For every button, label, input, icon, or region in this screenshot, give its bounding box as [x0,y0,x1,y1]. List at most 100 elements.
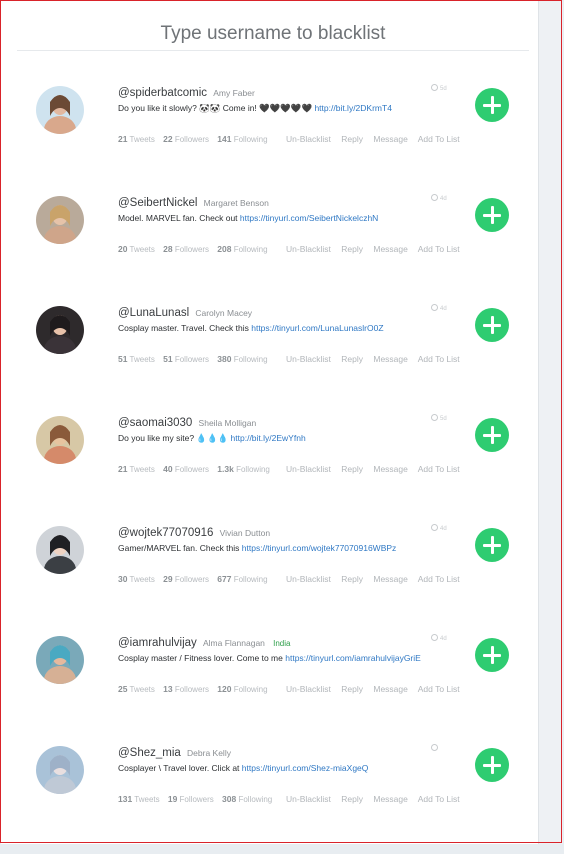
tweets-count: 21 [118,464,128,474]
unblacklist-button[interactable]: Un-Blacklist [286,464,331,474]
add-to-list-button[interactable]: Add To List [418,794,460,804]
bio-text: Model. MARVEL fan. Check out [118,213,238,223]
user-bio: Cosplay master. Travel. Check this https… [118,323,384,333]
timestamp [431,744,440,752]
avatar[interactable] [36,636,84,684]
add-to-list-button[interactable]: Add To List [418,574,460,584]
user-handle[interactable]: @SeibertNickel [118,197,197,209]
timestamp: 4d [431,524,447,532]
user-line: @Shez_mia Debra Kelly [118,747,236,759]
add-user-button[interactable] [475,198,509,232]
tweets-label: Tweets [129,465,155,474]
reply-button[interactable]: Reply [341,684,363,694]
add-to-list-button[interactable]: Add To List [418,134,460,144]
clock-icon [431,304,438,311]
user-bio: Do you like it slowly? 🐼🐼 Come in! 🖤🖤🖤🖤🖤… [118,103,392,114]
row-actions: Un-Blacklist Reply Message Add To List [286,794,468,804]
add-user-button[interactable] [475,88,509,122]
user-handle[interactable]: @saomai3030 [118,417,192,429]
reply-button[interactable]: Reply [341,574,363,584]
user-line: @SeibertNickel Margaret Benson [118,197,274,209]
reply-button[interactable]: Reply [341,134,363,144]
timestamp-text: 4d [440,196,447,202]
user-line: @wojtek77070916 Vivian Dutton [118,527,275,539]
tweets-label: Tweets [129,575,155,584]
reply-button[interactable]: Reply [341,464,363,474]
unblacklist-button[interactable]: Un-Blacklist [286,684,331,694]
user-stats: 51 Tweets 51 Followers 380 Following [118,354,268,364]
avatar[interactable] [36,196,84,244]
tweets-label: Tweets [129,245,155,254]
following-count: 308 [222,794,237,804]
add-to-list-button[interactable]: Add To List [418,684,460,694]
add-user-button[interactable] [475,528,509,562]
unblacklist-button[interactable]: Un-Blacklist [286,794,331,804]
user-handle[interactable]: @iamrahulvijay [118,637,197,649]
followers-label: Followers [179,795,214,804]
add-to-list-button[interactable]: Add To List [418,464,460,474]
following-label: Following [233,355,268,364]
tweets-label: Tweets [129,135,155,144]
user-handle[interactable]: @LunaLunasl [118,307,189,319]
reply-button[interactable]: Reply [341,794,363,804]
avatar[interactable] [36,86,84,134]
user-line: @iamrahulvijay Alma Flannagan India [118,637,290,649]
row-actions: Un-Blacklist Reply Message Add To List [286,244,468,254]
tweets-count: 131 [118,794,133,804]
user-handle[interactable]: @wojtek77070916 [118,527,213,539]
timestamp-text: 5d [440,416,447,422]
add-user-button[interactable] [475,308,509,342]
message-button[interactable]: Message [373,134,408,144]
bio-link[interactable]: https://tinyurl.com/wojtek77070916WBPz [242,543,397,553]
message-button[interactable]: Message [373,794,408,804]
message-button[interactable]: Message [373,244,408,254]
followers-label: Followers [174,135,210,144]
reply-button[interactable]: Reply [341,354,363,364]
following-label: Following [233,685,268,694]
timestamp-text: 5d [440,86,447,92]
clock-icon [431,194,438,201]
row-actions: Un-Blacklist Reply Message Add To List [286,134,468,144]
avatar[interactable] [36,526,84,574]
user-real-name: Vivian Dutton [219,528,271,538]
avatar[interactable] [36,306,84,354]
clock-icon [431,524,438,531]
unblacklist-button[interactable]: Un-Blacklist [286,574,331,584]
add-user-button[interactable] [475,748,509,782]
unblacklist-button[interactable]: Un-Blacklist [286,244,331,254]
add-to-list-button[interactable]: Add To List [418,354,460,364]
message-button[interactable]: Message [373,464,408,474]
add-user-button[interactable] [475,638,509,672]
add-user-button[interactable] [475,418,509,452]
bio-link[interactable]: http://bit.ly/2DKrmT4 [314,103,391,113]
user-handle[interactable]: @Shez_mia [118,747,181,759]
blacklist-search-title[interactable]: Type username to blacklist [17,19,529,51]
add-to-list-button[interactable]: Add To List [418,244,460,254]
avatar-image [36,746,84,794]
avatar-image [36,306,84,354]
message-button[interactable]: Message [373,574,408,584]
bio-link[interactable]: https://tinyurl.com/Shez-miaXgeQ [242,763,369,773]
message-button[interactable]: Message [373,354,408,364]
tweets-count: 25 [118,684,128,694]
bio-link[interactable]: https://tinyurl.com/LunaLunaslrO0Z [251,323,383,333]
unblacklist-button[interactable]: Un-Blacklist [286,354,331,364]
bio-text: Do you like it slowly? 🐼🐼 Come in! 🖤🖤🖤🖤🖤 [118,103,313,113]
message-button[interactable]: Message [373,684,408,694]
user-row: @iamrahulvijay Alma Flannagan India Cosp… [1,634,538,744]
user-bio: Model. MARVEL fan. Check out https://tin… [118,213,378,223]
followers-count: 22 [163,134,173,144]
bio-link[interactable]: http://bit.ly/2EwYfnh [231,433,306,443]
avatar[interactable] [36,416,84,464]
tweets-label: Tweets [134,795,160,804]
avatar-image [36,526,84,574]
avatar[interactable] [36,746,84,794]
bio-link[interactable]: https://tinyurl.com/SeibertNickelczhN [240,213,378,223]
bio-link[interactable]: https://tinyurl.com/iamrahulvijayGriE [285,653,421,663]
bio-text: Gamer/MARVEL fan. Check this [118,543,240,553]
user-stats: 21 Tweets 22 Followers 141 Following [118,134,268,144]
unblacklist-button[interactable]: Un-Blacklist [286,134,331,144]
user-handle[interactable]: @spiderbatcomic [118,87,207,99]
reply-button[interactable]: Reply [341,244,363,254]
bio-text: Do you like my site? 💧💧💧 [118,433,229,443]
